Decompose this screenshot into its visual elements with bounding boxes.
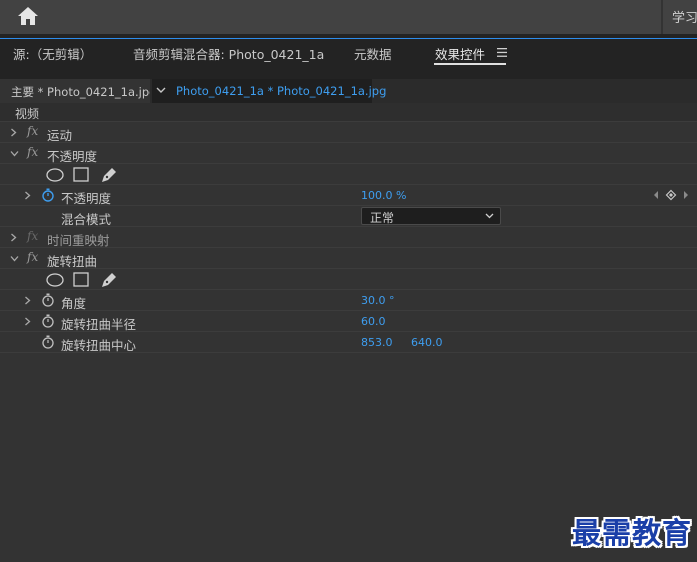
mask-tools-row	[0, 164, 697, 185]
stopwatch-icon[interactable]	[41, 293, 55, 307]
param-value-twirl-center-y[interactable]: 640.0	[411, 336, 443, 349]
mask-tools	[46, 272, 116, 287]
previous-keyframe-icon[interactable]	[654, 191, 658, 199]
fx-icon[interactable]: fx	[27, 229, 38, 243]
fx-icon[interactable]: fx	[27, 145, 38, 159]
next-keyframe-icon[interactable]	[684, 191, 688, 199]
param-value-twirl-radius[interactable]: 60.0	[361, 315, 386, 328]
ellipse-mask-icon[interactable]	[46, 273, 64, 287]
active-tab-indicator	[434, 63, 506, 65]
rectangle-mask-icon[interactable]	[73, 272, 89, 287]
tab-effect-controls[interactable]: 效果控件	[435, 44, 485, 63]
chevron-right-icon[interactable]	[24, 191, 31, 200]
video-section-label: 视频	[15, 107, 40, 121]
param-label-angle: 角度	[61, 296, 87, 311]
effect-controls-panel: 源:（无剪辑） 音频剪辑混合器: Photo_0421_1a 元数据 效果控件 …	[0, 38, 697, 562]
effect-row-time-remapping[interactable]: fx 时间重映射	[0, 227, 697, 248]
param-row-opacity[interactable]: 不透明度 100.0 %	[0, 185, 697, 206]
keyframe-nav	[654, 189, 688, 201]
chevron-down-icon[interactable]	[10, 255, 19, 262]
effect-row-opacity[interactable]: fx 不透明度	[0, 143, 697, 164]
chevron-right-icon[interactable]	[10, 128, 17, 137]
mask-tools-row	[0, 269, 697, 290]
tab-metadata[interactable]: 元数据	[354, 44, 392, 63]
tab-source[interactable]: 源:（无剪辑）	[13, 44, 92, 63]
param-row-twirl-radius[interactable]: 旋转扭曲半径 60.0	[0, 311, 697, 332]
panel-tab-bar: 源:（无剪辑） 音频剪辑混合器: Photo_0421_1a 元数据 效果控件	[0, 39, 697, 67]
video-section-header: 视频	[0, 103, 697, 122]
chevron-right-icon[interactable]	[24, 317, 31, 326]
fx-icon[interactable]: fx	[27, 124, 38, 138]
effect-controls-content: 主要 * Photo_0421_1a.jpg Photo_0421_1a * P…	[0, 79, 697, 562]
clip-label[interactable]: Photo_0421_1a * Photo_0421_1a.jpg	[176, 84, 386, 98]
add-keyframe-icon[interactable]	[665, 189, 677, 201]
param-value-opacity[interactable]: 100.0 %	[361, 189, 406, 202]
app-header: 学习	[0, 0, 697, 34]
blend-mode-dropdown[interactable]: 正常	[361, 207, 501, 225]
chevron-down-icon	[485, 213, 494, 219]
effect-row-motion[interactable]: fx 运动	[0, 122, 697, 143]
effect-label-time-remapping: 时间重映射	[47, 233, 110, 248]
ellipse-mask-icon[interactable]	[46, 168, 64, 182]
param-value-angle[interactable]: 30.0 °	[361, 294, 395, 307]
fx-icon[interactable]: fx	[27, 250, 38, 264]
home-icon[interactable]	[17, 6, 39, 26]
param-row-twirl-center[interactable]: 旋转扭曲中心 853.0 640.0	[0, 332, 697, 353]
chevron-down-icon[interactable]	[156, 87, 166, 94]
effect-row-twirl[interactable]: fx 旋转扭曲	[0, 248, 697, 269]
param-label-twirl-center: 旋转扭曲中心	[61, 338, 137, 353]
effect-label-twirl: 旋转扭曲	[47, 254, 98, 269]
watermark-logo: 最需教育	[572, 516, 693, 550]
param-label-blend-mode: 混合模式	[61, 212, 112, 227]
pen-mask-icon[interactable]	[102, 273, 116, 287]
chevron-down-icon[interactable]	[10, 150, 19, 157]
effect-label-motion: 运动	[47, 128, 73, 143]
param-value-twirl-center-x[interactable]: 853.0	[361, 336, 393, 349]
stopwatch-icon[interactable]	[41, 335, 55, 349]
chevron-right-icon[interactable]	[10, 233, 17, 242]
panel-menu-icon[interactable]	[497, 48, 507, 57]
learn-workspace-tab[interactable]: 学习	[672, 7, 697, 26]
chevron-right-icon[interactable]	[24, 296, 31, 305]
param-row-blend-mode: 混合模式 正常	[0, 206, 697, 227]
header-divider	[661, 0, 663, 34]
stopwatch-icon[interactable]	[41, 314, 55, 328]
pen-mask-icon[interactable]	[102, 168, 116, 182]
effect-label-opacity: 不透明度	[47, 149, 98, 164]
rectangle-mask-icon[interactable]	[73, 167, 89, 182]
mask-tools	[46, 167, 116, 182]
stopwatch-icon[interactable]	[41, 188, 55, 202]
master-clip-label[interactable]: 主要 * Photo_0421_1a.jpg	[0, 79, 150, 103]
param-row-angle[interactable]: 角度 30.0 °	[0, 290, 697, 311]
param-label-opacity: 不透明度	[61, 191, 112, 206]
tab-audio-clip-mixer[interactable]: 音频剪辑混合器: Photo_0421_1a	[133, 44, 324, 63]
blend-mode-value: 正常	[370, 211, 395, 225]
param-label-twirl-radius: 旋转扭曲半径	[61, 317, 137, 332]
sequence-bar: 主要 * Photo_0421_1a.jpg Photo_0421_1a * P…	[0, 79, 697, 103]
